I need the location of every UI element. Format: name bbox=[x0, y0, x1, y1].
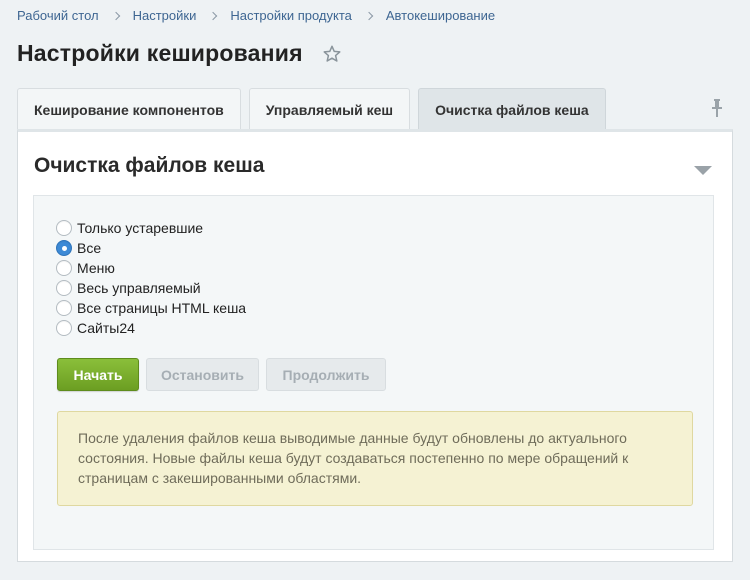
radio-sites24[interactable]: Сайты24 bbox=[56, 318, 246, 338]
tab-label: Очистка файлов кеша bbox=[435, 101, 589, 118]
radio-all-html-cache-pages[interactable]: Все страницы HTML кеша bbox=[56, 298, 246, 318]
tab-clear-cache-files[interactable]: Очистка файлов кеша bbox=[418, 88, 606, 130]
pin-icon[interactable] bbox=[710, 98, 724, 118]
radio-button[interactable] bbox=[56, 260, 72, 276]
radio-label: Только устаревшие bbox=[77, 220, 204, 236]
radio-label: Сайты24 bbox=[77, 320, 135, 336]
radio-button[interactable] bbox=[56, 280, 72, 296]
radio-menu[interactable]: Меню bbox=[56, 258, 246, 278]
chevron-right-icon bbox=[364, 11, 374, 20]
radio-button[interactable] bbox=[56, 220, 72, 236]
clear-cache-panel: Очистка файлов кеша Только устаревшие Вс… bbox=[17, 129, 733, 562]
page-title: Настройки кеширования bbox=[17, 40, 303, 66]
notice-text: После удаления файлов кеша выводимые дан… bbox=[78, 430, 629, 486]
radio-button[interactable] bbox=[56, 300, 72, 316]
info-notice: После удаления файлов кеша выводимые дан… bbox=[57, 411, 693, 506]
tab-bar: Кеширование компонентов Управляемый кеш … bbox=[17, 88, 614, 130]
breadcrumb-item-autocaching[interactable]: Автокеширование bbox=[386, 8, 495, 23]
radio-all[interactable]: Все bbox=[56, 238, 246, 258]
breadcrumb-item-desktop[interactable]: Рабочий стол bbox=[17, 8, 99, 23]
title-row: Настройки кеширования bbox=[17, 40, 343, 67]
chevron-right-icon bbox=[111, 11, 120, 20]
breadcrumb: Рабочий стол Настройки Настройки продукт… bbox=[17, 8, 495, 23]
radio-label: Все bbox=[77, 240, 102, 256]
tab-label: Кеширование компонентов bbox=[34, 101, 224, 118]
cache-scope-radio-group: Только устаревшие Все Меню Весь управляе… bbox=[56, 218, 246, 338]
radio-button[interactable] bbox=[56, 240, 72, 256]
breadcrumb-item-product-settings[interactable]: Настройки продукта bbox=[230, 8, 352, 23]
radio-button[interactable] bbox=[56, 320, 72, 336]
start-button[interactable]: Начать bbox=[57, 358, 139, 391]
chevron-down-icon[interactable] bbox=[694, 163, 712, 181]
panel-body: Только устаревшие Все Меню Весь управляе… bbox=[33, 195, 714, 550]
radio-outdated-only[interactable]: Только устаревшие bbox=[56, 218, 246, 238]
tab-label: Управляемый кеш bbox=[265, 101, 394, 118]
action-buttons: Начать Остановить Продолжить bbox=[57, 358, 393, 391]
continue-button: Продолжить bbox=[266, 358, 386, 391]
radio-label: Все страницы HTML кеша bbox=[77, 300, 247, 316]
tab-component-caching[interactable]: Кеширование компонентов bbox=[17, 88, 241, 130]
radio-label: Весь управляемый bbox=[77, 280, 201, 296]
radio-label: Меню bbox=[77, 260, 115, 276]
star-icon[interactable] bbox=[321, 43, 343, 65]
panel-title: Очистка файлов кеша bbox=[34, 154, 265, 177]
breadcrumb-item-settings[interactable]: Настройки bbox=[133, 8, 197, 23]
chevron-right-icon bbox=[209, 11, 218, 20]
stop-button: Остановить bbox=[146, 358, 259, 391]
radio-all-managed[interactable]: Весь управляемый bbox=[56, 278, 246, 298]
tab-managed-cache[interactable]: Управляемый кеш bbox=[248, 88, 411, 130]
